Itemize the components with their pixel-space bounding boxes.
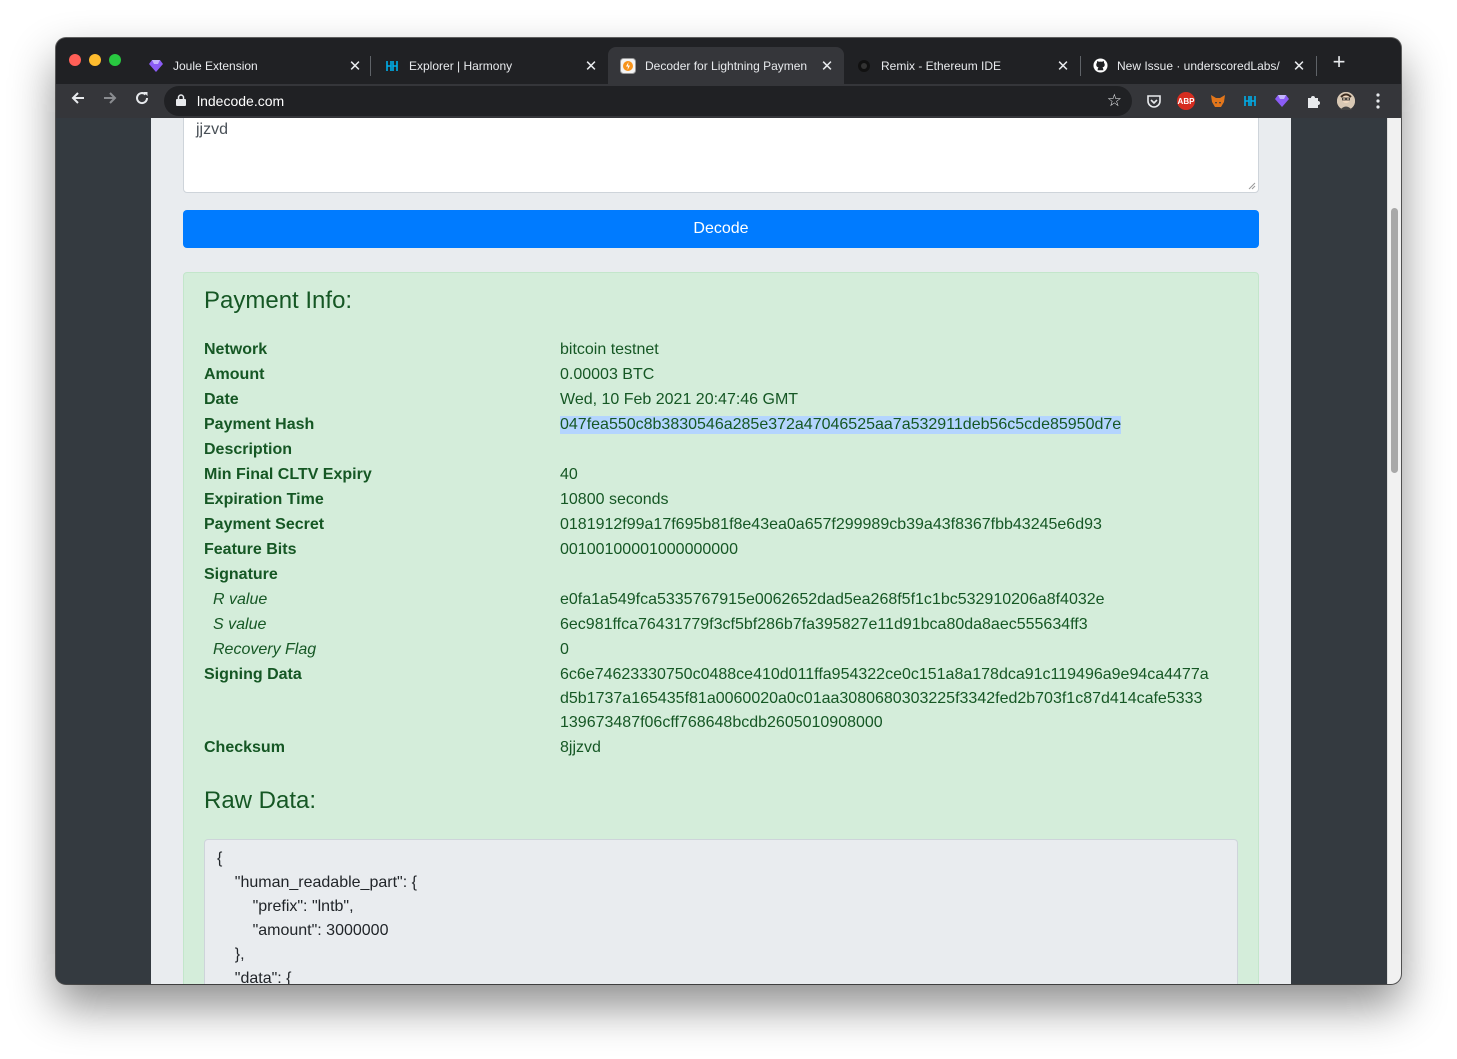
payment-hash-selected-text[interactable]: 047fea550c8b3830546a285e372a47046525aa7a… [560,416,1122,434]
browser-window: Joule Extension ✕ Explorer | Harmony ✕ D… [56,38,1401,984]
profile-avatar[interactable] [1337,92,1355,110]
tab-joule-extension[interactable]: Joule Extension ✕ [136,47,372,84]
metamask-icon[interactable] [1209,92,1227,110]
invoice-text: jjzvd [196,121,229,138]
github-icon [1092,58,1108,74]
vertical-scrollbar[interactable] [1387,118,1401,984]
browser-toolbar: lndecode.com ☆ ABP [56,84,1401,118]
code-line: "human_readable_part": { [217,874,417,891]
menu-kebab-icon[interactable] [1369,92,1387,110]
tab-remix-ide[interactable]: Remix - Ethereum IDE ✕ [844,47,1080,84]
page-container: jjzvd Decode Payment Info: Network bitco… [151,118,1291,984]
pocket-icon[interactable] [1145,92,1163,110]
scrollbar-thumb[interactable] [1391,208,1398,473]
code-line: }, [217,946,245,963]
forward-arrow-icon[interactable] [98,89,122,113]
code-line: "data": { [217,970,292,984]
close-tab-icon[interactable]: ✕ [820,57,834,75]
raw-data-heading: Raw Data: [204,787,317,814]
close-tab-icon[interactable]: ✕ [348,57,362,75]
decode-button[interactable]: Decode [183,210,1259,248]
url-text: lndecode.com [197,93,285,109]
harmony-icon[interactable] [1241,92,1259,110]
lightning-decoder-icon [620,57,636,74]
code-line: "amount": 3000000 [217,922,389,939]
raw-data-code-block: { "human_readable_part": { "prefix": "ln… [204,839,1238,984]
lock-icon [176,94,186,106]
reload-icon[interactable] [130,89,154,113]
remix-icon [856,58,872,74]
code-line: "prefix": "lntb", [217,898,354,915]
zoom-window-button[interactable] [109,54,121,66]
back-arrow-icon[interactable] [66,89,90,113]
tab-github-new-issue[interactable]: New Issue · underscoredLabs/ ✕ [1080,47,1316,84]
close-window-button[interactable] [69,54,81,66]
close-tab-icon[interactable]: ✕ [1292,57,1306,75]
bookmark-star-icon[interactable]: ☆ [1107,91,1122,111]
tab-strip: Joule Extension ✕ Explorer | Harmony ✕ D… [56,38,1401,84]
gem-icon [148,58,164,74]
new-tab-button[interactable]: + [1328,51,1350,73]
tab-lightning-decoder[interactable]: Decoder for Lightning Paymen ✕ [608,47,844,84]
page-viewport: jjzvd Decode Payment Info: Network bitco… [56,118,1387,984]
harmony-icon [384,58,400,74]
puzzle-icon[interactable] [1305,92,1323,110]
payment-info-panel: Payment Info: Network bitcoin testnet Am… [183,272,1259,984]
adblock-plus-icon[interactable]: ABP [1177,92,1195,110]
minimize-window-button[interactable] [89,54,101,66]
address-bar[interactable]: lndecode.com ☆ [164,86,1132,116]
tab-explorer-harmony[interactable]: Explorer | Harmony ✕ [372,47,608,84]
joule-icon[interactable] [1273,92,1291,110]
code-line: { [217,850,223,867]
close-tab-icon[interactable]: ✕ [584,57,598,75]
payment-info-heading: Payment Info: [204,287,353,314]
close-tab-icon[interactable]: ✕ [1056,57,1070,75]
resize-handle-icon[interactable] [1248,182,1256,190]
invoice-textarea[interactable]: jjzvd [183,118,1259,193]
